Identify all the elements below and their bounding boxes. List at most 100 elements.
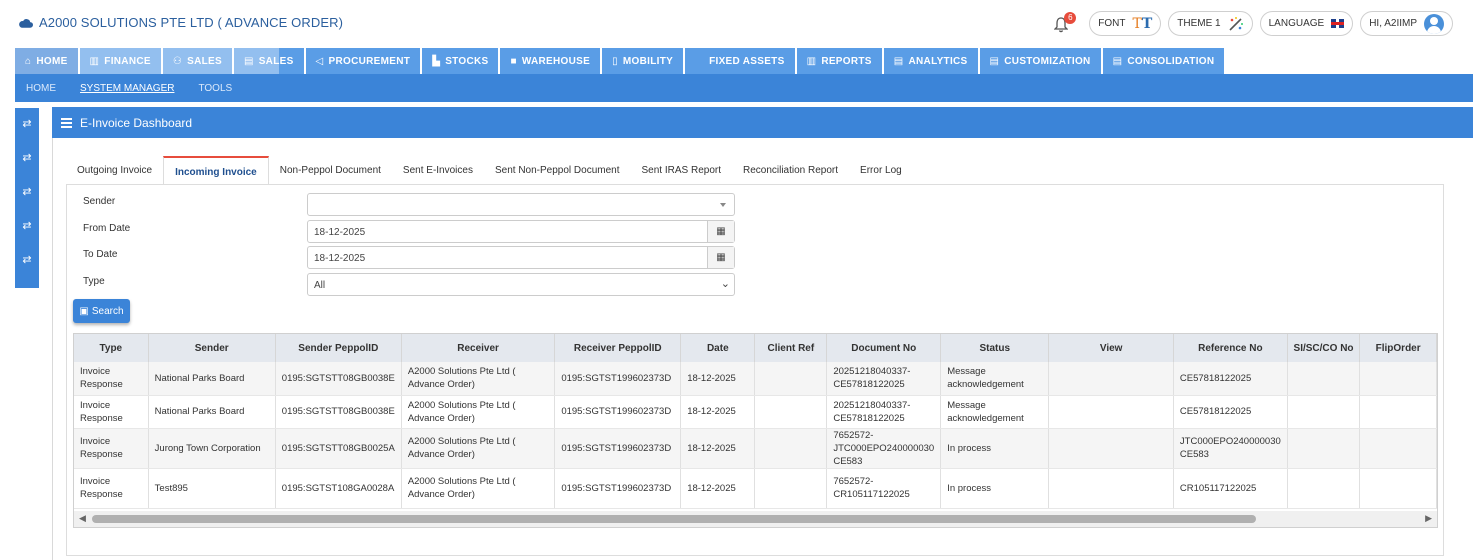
col-reference-no[interactable]: Reference No (1173, 334, 1288, 362)
cell-receiver-peppolid: 0195:SGTST199602373D (554, 468, 682, 509)
cell-view[interactable] (1048, 428, 1174, 469)
cell-si-sc-co-no (1287, 362, 1361, 396)
tab-error-log[interactable]: Error Log (849, 156, 913, 184)
col-sender[interactable]: Sender (148, 334, 276, 362)
company-title: A2000 SOLUTIONS PTE LTD ( ADVANCE ORDER) (39, 15, 344, 30)
sender-select[interactable] (307, 193, 735, 216)
tab-sent-iras-report[interactable]: Sent IRAS Report (631, 156, 732, 184)
bank-icon: ▥ (89, 55, 100, 67)
col-receiver[interactable]: Receiver (401, 334, 556, 362)
tab-incoming-invoice[interactable]: Incoming Invoice (163, 156, 269, 184)
menu-item-fixed-assets[interactable]: FIXED ASSETS (685, 48, 795, 74)
menu-item-reports[interactable]: ▥ REPORTS (796, 48, 882, 74)
main-menu: ⌂ HOME ▥ FINANCE ⚇ SALES ▤ SALES ◁ PROCUREMEN… (15, 48, 1225, 74)
menu-item-sales[interactable]: ▤ SALES (233, 48, 304, 74)
tab-non-peppol-document[interactable]: Non-Peppol Document (269, 156, 392, 184)
menu-item-customization[interactable]: ▤ CUSTOMIZATION (979, 48, 1101, 74)
col-sender-peppolid[interactable]: Sender PeppolID (275, 334, 402, 362)
cell-client-ref (754, 428, 828, 469)
cell-fliporder (1359, 362, 1437, 396)
menu-item-stocks[interactable]: ▙ STOCKS (422, 48, 499, 74)
col-document-no[interactable]: Document No (826, 334, 942, 362)
menu-item-home[interactable]: ⌂ HOME (15, 48, 78, 74)
exchange-icon[interactable]: ⇄ (15, 117, 39, 130)
cell-receiver: A2000 Solutions Pte Ltd ( Advance Order) (401, 468, 556, 509)
exchange-icon[interactable]: ⇄ (15, 219, 39, 232)
from-date-field[interactable]: 18-12-2025 ▦ (307, 220, 735, 243)
exchange-icon[interactable]: ⇄ (15, 151, 39, 164)
col-client-ref[interactable]: Client Ref (754, 334, 828, 362)
col-view[interactable]: View (1048, 334, 1174, 362)
cell-view[interactable] (1048, 395, 1174, 429)
calendar-icon[interactable]: ▦ (707, 247, 734, 268)
cell-document-no: 7652572-CR105117122025 (826, 468, 942, 509)
language-button[interactable]: LANGUAGE (1259, 11, 1354, 36)
table-header-row: Type Sender Sender PeppolID Receiver Rec… (74, 334, 1437, 362)
col-receiver-peppolid[interactable]: Receiver PeppolID (554, 334, 682, 362)
cell-receiver: A2000 Solutions Pte Ltd ( Advance Order) (401, 428, 556, 469)
home-icon: ⌂ (25, 55, 32, 67)
scroll-right-icon[interactable]: ▶ (1425, 513, 1432, 524)
menu-item-sales-crm[interactable]: ⚇ SALES (162, 48, 232, 74)
horizontal-scrollbar[interactable]: ◀ ▶ (74, 511, 1437, 527)
menu-item-warehouse[interactable]: ■ WAREHOUSE (500, 48, 601, 74)
menu-item-consolidation[interactable]: ▤ CONSOLIDATION (1102, 48, 1225, 74)
top-header: A2000 SOLUTIONS PTE LTD ( ADVANCE ORDER)… (0, 5, 1473, 42)
menu-item-finance[interactable]: ▥ FINANCE (79, 48, 161, 74)
sub-navigation: HOME SYSTEM MANAGER TOOLS (15, 74, 1473, 102)
col-fliporder[interactable]: FlipOrder (1359, 334, 1437, 362)
table-row[interactable]: Invoice Response National Parks Board 01… (74, 395, 1437, 429)
notification-button[interactable]: 6 (1052, 11, 1077, 35)
cell-date: 18-12-2025 (680, 428, 756, 469)
cell-view[interactable] (1048, 468, 1174, 509)
col-date[interactable]: Date (680, 334, 756, 362)
exchange-icon[interactable]: ⇄ (15, 185, 39, 198)
table-row[interactable]: Invoice Response Jurong Town Corporation… (74, 428, 1437, 469)
subnav-system-manager[interactable]: SYSTEM MANAGER (80, 83, 174, 94)
hamburger-icon[interactable] (61, 118, 72, 128)
calendar-icon[interactable]: ▦ (707, 221, 734, 242)
scroll-left-icon[interactable]: ◀ (79, 513, 86, 524)
menu-item-analytics[interactable]: ▤ ANALYTICS (883, 48, 978, 74)
scrollbar-thumb[interactable] (92, 515, 1256, 523)
subnav-tools[interactable]: TOOLS (198, 83, 232, 94)
tab-reconciliation-report[interactable]: Reconciliation Report (732, 156, 849, 184)
cell-status: In process (940, 468, 1050, 509)
notification-badge: 6 (1064, 11, 1077, 24)
megaphone-icon: ◁ (315, 55, 324, 67)
table-row[interactable]: Invoice Response Test895 0195:SGTST108GA… (74, 468, 1437, 509)
col-type[interactable]: Type (74, 334, 149, 362)
menu-item-procurement[interactable]: ◁ PROCUREMENT (305, 48, 421, 74)
subnav-home[interactable]: HOME (26, 83, 56, 94)
cell-status: In process (940, 428, 1050, 469)
search-button[interactable]: ▣ Search (73, 299, 130, 323)
type-select[interactable]: All ⌄ (307, 273, 735, 296)
tab-bar: Outgoing Invoice Incoming Invoice Non-Pe… (66, 156, 913, 184)
brand[interactable]: A2000 SOLUTIONS PTE LTD ( ADVANCE ORDER) (18, 15, 343, 30)
magic-wand-icon (1229, 16, 1243, 31)
tab-sent-e-invoices[interactable]: Sent E-Invoices (392, 156, 484, 184)
cell-sender-peppolid: 0195:SGTSTT08GB0038E (275, 362, 402, 396)
cell-fliporder (1359, 468, 1437, 509)
tab-sent-non-peppol-document[interactable]: Sent Non-Peppol Document (484, 156, 631, 184)
to-date-field[interactable]: 18-12-2025 ▦ (307, 246, 735, 269)
user-menu-button[interactable]: HI, A2IIMP (1360, 11, 1453, 36)
cell-client-ref (754, 362, 828, 396)
panel-header: E-Invoice Dashboard (52, 107, 1473, 138)
to-date-label: To Date (83, 249, 118, 260)
cell-reference-no: CE57818122025 (1173, 362, 1288, 396)
menu-item-mobility[interactable]: ▯ MOBILITY (602, 48, 684, 74)
avatar (1424, 13, 1444, 34)
font-button[interactable]: FONT TT (1089, 11, 1162, 36)
exchange-icon[interactable]: ⇄ (15, 253, 39, 266)
tab-outgoing-invoice[interactable]: Outgoing Invoice (66, 156, 163, 184)
cell-type: Invoice Response (74, 395, 149, 429)
table-row[interactable]: Invoice Response National Parks Board 01… (74, 362, 1437, 396)
col-status[interactable]: Status (940, 334, 1050, 362)
theme-button[interactable]: THEME 1 (1168, 11, 1253, 36)
cell-date: 18-12-2025 (680, 395, 756, 429)
type-label: Type (83, 276, 105, 287)
cart-icon: ▤ (989, 55, 1000, 67)
cell-view[interactable] (1048, 362, 1174, 396)
col-si-sc-co-no[interactable]: SI/SC/CO No (1287, 334, 1361, 362)
